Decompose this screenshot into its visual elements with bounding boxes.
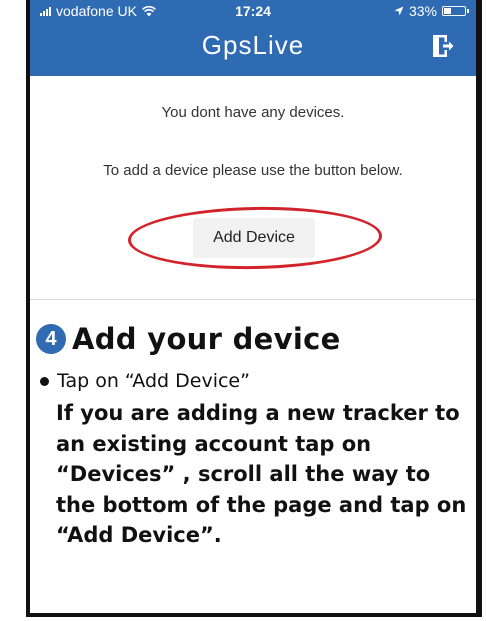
section-divider — [30, 299, 476, 300]
instruction-heading: 4 Add your device — [36, 322, 341, 356]
status-bar: vodafone UK 17:24 33% — [30, 0, 476, 22]
location-arrow-icon — [394, 6, 404, 16]
add-device-hint: To add a device please use the button be… — [103, 162, 403, 179]
logout-icon[interactable] — [432, 34, 454, 58]
instruction-bullet: Tap on “Add Device” — [40, 370, 250, 392]
bullet-text: Tap on “Add Device” — [57, 370, 250, 392]
highlight-ring — [127, 204, 383, 272]
step-number-badge: 4 — [36, 324, 66, 354]
instruction-paragraph: If you are adding a new tracker to an ex… — [56, 401, 467, 547]
empty-devices-message: You dont have any devices. — [161, 104, 345, 121]
battery-percent: 33% — [408, 3, 437, 19]
phone-screenshot-frame: vodafone UK 17:24 33% GpsLive You dont h… — [26, 0, 482, 617]
app-header: vodafone UK 17:24 33% GpsLive — [30, 0, 476, 76]
app-logo-title: GpsLive — [201, 30, 305, 60]
instruction-title: Add your device — [72, 322, 341, 356]
battery-icon — [442, 6, 469, 16]
bullet-dot-icon — [40, 376, 49, 386]
status-right: 33% — [394, 0, 469, 22]
